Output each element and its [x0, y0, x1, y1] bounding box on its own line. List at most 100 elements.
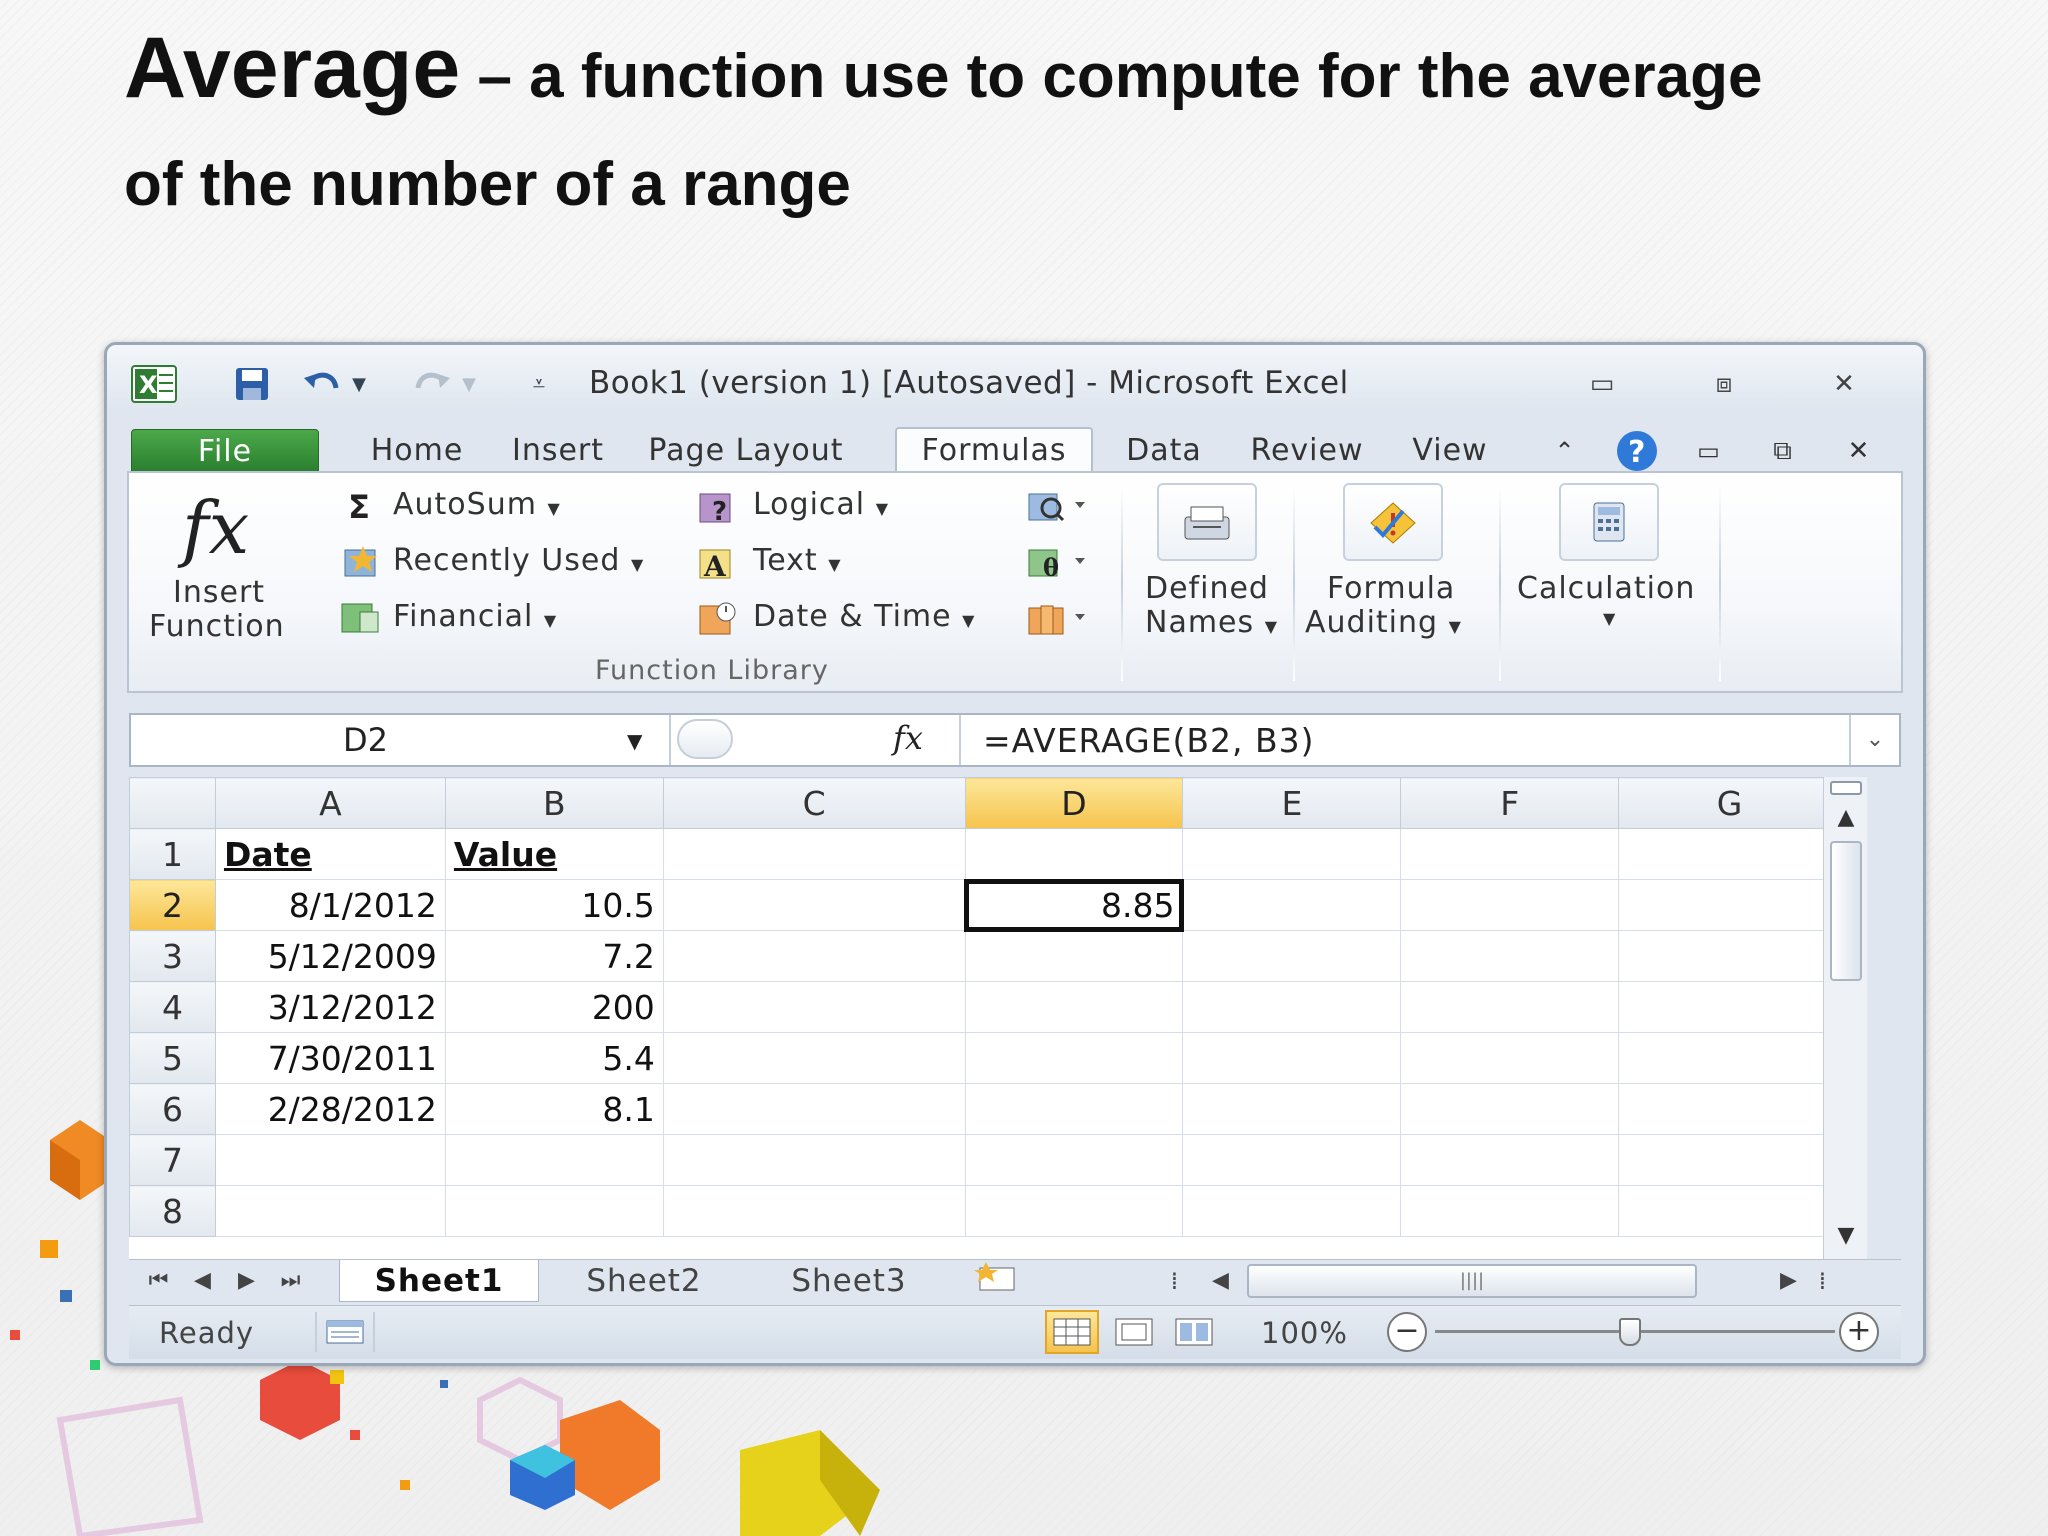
zoom-in-icon[interactable]: + [1839, 1312, 1879, 1352]
redo-icon[interactable] [407, 367, 457, 401]
save-icon[interactable] [227, 367, 277, 401]
scroll-thumb[interactable] [1830, 841, 1862, 981]
calculation-dropdown-icon[interactable]: ▼ [1603, 609, 1616, 628]
cell-c7[interactable] [662, 1134, 966, 1186]
cell-g8[interactable] [1618, 1185, 1841, 1237]
undo-icon[interactable] [297, 367, 347, 401]
cell-a3[interactable]: 5/12/2009 [214, 930, 446, 982]
cell-e7[interactable] [1182, 1134, 1402, 1186]
logical-button[interactable]: Logical ▼ [753, 487, 889, 522]
page-layout-view-icon[interactable] [1109, 1312, 1159, 1352]
tab-review[interactable]: Review [1237, 429, 1377, 473]
cell-f2[interactable] [1400, 879, 1620, 931]
cell-e3[interactable] [1182, 930, 1402, 982]
workbook-restore-icon[interactable]: ⧉ [1761, 429, 1805, 473]
zoom-out-icon[interactable]: − [1387, 1312, 1427, 1352]
workbook-minimize-icon[interactable]: ▭ [1687, 429, 1731, 473]
calculation-icon[interactable] [1559, 483, 1659, 561]
name-box[interactable]: D2 ▼ [131, 715, 671, 765]
tab-data[interactable]: Data [1111, 429, 1217, 473]
insert-function-icon[interactable]: fx [169, 483, 279, 573]
hscroll-split-handle[interactable]: ⁞ [1811, 1260, 1835, 1302]
cell-d1[interactable] [964, 828, 1184, 880]
tab-formulas[interactable]: Formulas [895, 427, 1093, 475]
defined-names-label-1[interactable]: Defined [1145, 571, 1269, 606]
cell-b7[interactable] [444, 1134, 664, 1186]
cell-c5[interactable] [662, 1032, 966, 1084]
cell-f8[interactable] [1400, 1185, 1620, 1237]
formula-auditing-icon[interactable] [1343, 483, 1443, 561]
insert-function-label-2[interactable]: Function [149, 609, 285, 644]
help-icon[interactable]: ? [1611, 429, 1663, 473]
macro-record-icon[interactable] [315, 1312, 375, 1352]
select-all-corner[interactable] [129, 777, 216, 829]
cell-g7[interactable] [1618, 1134, 1841, 1186]
scroll-down-icon[interactable]: ▼ [1824, 1223, 1868, 1248]
close-icon[interactable]: ✕ [1819, 367, 1869, 401]
cell-a1[interactable]: Date [214, 828, 446, 880]
row-header[interactable]: 2 [129, 879, 216, 931]
cell-b2[interactable]: 10.5 [444, 879, 664, 931]
name-box-dropdown-icon[interactable]: ▼ [627, 729, 642, 753]
sheet-tab-sheet1[interactable]: Sheet1 [339, 1260, 539, 1302]
minimize-icon[interactable]: ▭ [1577, 367, 1627, 401]
cell-f4[interactable] [1400, 981, 1620, 1033]
workbook-close-icon[interactable]: ✕ [1837, 429, 1881, 473]
name-box-value[interactable]: D2 [343, 721, 388, 759]
cell-g2[interactable] [1618, 879, 1841, 931]
insert-function-fx-icon[interactable]: fx [893, 719, 923, 757]
row-header[interactable]: 5 [129, 1032, 216, 1084]
maximize-icon[interactable]: ⧈ [1699, 367, 1749, 401]
column-header-d[interactable]: D [964, 777, 1184, 829]
cell-g4[interactable] [1618, 981, 1841, 1033]
cell-d2-active[interactable]: 8.85 [964, 878, 1184, 932]
math-trig-icon[interactable]: θ [1023, 541, 1093, 583]
cell-b8[interactable] [444, 1185, 664, 1237]
cell-b5[interactable]: 5.4 [444, 1032, 664, 1084]
cell-d8[interactable] [964, 1185, 1184, 1237]
column-header-g[interactable]: G [1618, 777, 1841, 829]
zoom-slider-thumb[interactable] [1619, 1318, 1641, 1346]
cell-g5[interactable] [1618, 1032, 1841, 1084]
cell-f3[interactable] [1400, 930, 1620, 982]
cell-f7[interactable] [1400, 1134, 1620, 1186]
collapse-ribbon-icon[interactable]: ⌃ [1545, 429, 1585, 473]
financial-button[interactable]: Financial ▼ [393, 599, 557, 634]
expand-formula-bar-icon[interactable]: ⌄ [1849, 715, 1899, 765]
cell-e6[interactable] [1182, 1083, 1402, 1135]
cell-g6[interactable] [1618, 1083, 1841, 1135]
cell-c1[interactable] [662, 828, 966, 880]
cell-a7[interactable] [214, 1134, 446, 1186]
cell-e4[interactable] [1182, 981, 1402, 1033]
cell-b6[interactable]: 8.1 [444, 1083, 664, 1135]
recently-used-button[interactable]: Recently Used ▼ [393, 543, 644, 578]
row-header[interactable]: 7 [129, 1134, 216, 1186]
scroll-up-icon[interactable]: ▲ [1824, 805, 1868, 830]
sheet-tab-sheet3[interactable]: Sheet3 [749, 1260, 949, 1302]
cell-d7[interactable] [964, 1134, 1184, 1186]
tab-home[interactable]: Home [347, 429, 487, 473]
insert-function-label-1[interactable]: Insert [173, 575, 265, 610]
cell-c6[interactable] [662, 1083, 966, 1135]
row-header[interactable]: 3 [129, 930, 216, 982]
text-button[interactable]: Text ▼ [753, 543, 842, 578]
cell-b4[interactable]: 200 [444, 981, 664, 1033]
defined-names-icon[interactable] [1157, 483, 1257, 561]
cell-a6[interactable]: 2/28/2012 [214, 1083, 446, 1135]
cell-f5[interactable] [1400, 1032, 1620, 1084]
formula-bar-handle[interactable] [677, 719, 733, 759]
cell-e2[interactable] [1182, 879, 1402, 931]
cell-e1[interactable] [1182, 828, 1402, 880]
sheet-tab-sheet2[interactable]: Sheet2 [549, 1260, 739, 1302]
customize-toolbar-icon[interactable]: ⩡ [522, 367, 556, 401]
cell-f6[interactable] [1400, 1083, 1620, 1135]
column-header-f[interactable]: F [1400, 777, 1620, 829]
tab-split-handle[interactable]: ⁞ [1163, 1260, 1187, 1302]
cell-f1[interactable] [1400, 828, 1620, 880]
scroll-left-icon[interactable]: ◀ [1201, 1260, 1241, 1302]
cell-d4[interactable] [964, 981, 1184, 1033]
more-functions-icon[interactable] [1023, 597, 1093, 639]
cell-a4[interactable]: 3/12/2012 [214, 981, 446, 1033]
horizontal-scroll-thumb[interactable]: |||| [1247, 1264, 1697, 1298]
row-header[interactable]: 4 [129, 981, 216, 1033]
